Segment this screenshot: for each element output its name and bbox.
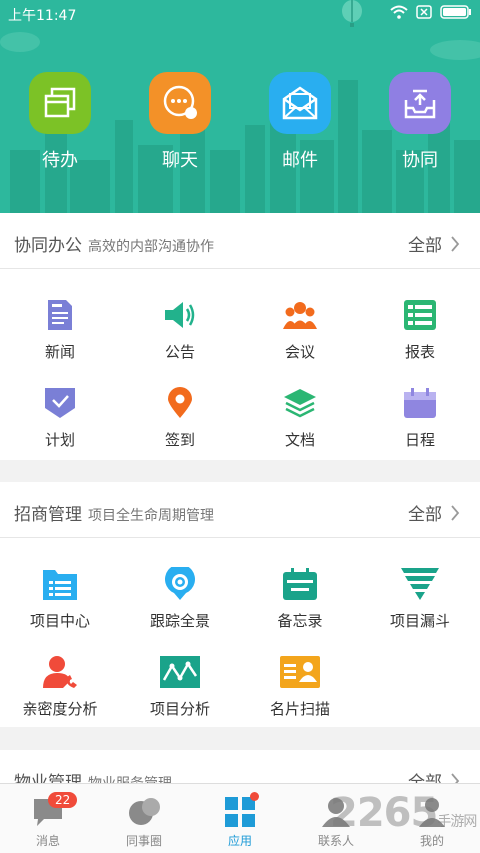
app-project-analysis[interactable]: 项目分析 [120,638,240,726]
folder-list-icon [40,564,80,604]
location-pin-icon [160,383,200,423]
top-action-todo[interactable]: 待办 [0,72,120,172]
app-label: 新闻 [44,343,75,361]
balloon-icon [342,0,362,27]
wifi-icon [390,5,408,19]
layers-icon [280,383,320,423]
app-notice[interactable]: 公告 [120,281,240,369]
status-time: 上午11:47 [8,8,77,24]
top-action-chat[interactable]: 聊天 [120,72,240,172]
bottom-tab-bar: 22 消息 同事圈 应用 联系人 我的 [0,783,480,853]
section-invest: 招商管理 项目全生命周期管理 全部 项目中心 跟踪全景 备忘录 项目漏斗 亲密度分… [0,482,480,727]
see-all-button[interactable]: 全部 [408,500,460,525]
see-all-label: 全部 [408,505,442,525]
app-grid: 项目中心 跟踪全景 备忘录 项目漏斗 亲密度分析 项目分析 名片扫描 [0,538,480,726]
megaphone-icon [160,295,200,335]
status-bar: 上午11:47 [0,0,480,28]
tab-label: 我的 [419,834,444,848]
app-label: 计划 [44,431,75,449]
window-stack-icon [29,72,91,134]
section-title: 招商管理 项目全生命周期管理 [14,500,214,525]
app-label: 亲密度分析 [22,700,98,718]
app-label: 项目漏斗 [389,612,450,630]
app-card-scan[interactable]: 名片扫描 [240,638,360,726]
section-collab: 协同办公 高效的内部沟通协作 全部 新闻 公告 会议 报表 计划 签到 文档 日… [0,213,480,460]
chat-bubble-icon [149,72,211,134]
app-label: 公告 [164,343,195,361]
see-all-label: 全部 [408,236,442,256]
app-plan[interactable]: 计划 [0,369,120,457]
app-label: 名片扫描 [269,700,330,718]
tab-label: 联系人 [317,834,354,848]
section-title-text: 招商管理 [14,505,82,525]
app-label: 备忘录 [277,612,323,630]
battery-icon [440,5,471,19]
user-icon [418,794,446,830]
header-banner: 上午11:47 待办 聊天 邮件 协同 [0,0,480,213]
panorama-pin-icon [160,564,200,604]
top-actions: 待办 聊天 邮件 协同 [0,72,480,172]
section-subtitle: 项目全生命周期管理 [88,508,214,524]
app-funnel[interactable]: 项目漏斗 [360,550,480,638]
tab-apps[interactable]: 应用 [192,784,288,853]
app-label: 会议 [284,343,315,361]
see-all-button[interactable]: 全部 [408,231,460,256]
apps-notice-dot [250,792,259,801]
funnel-icon [400,564,440,604]
section-header: 招商管理 项目全生命周期管理 全部 [0,482,480,538]
section-title: 协同办公 高效的内部沟通协作 [14,231,214,256]
people-icon [280,295,320,335]
app-label: 项目中心 [29,612,90,630]
business-card-icon [280,652,320,692]
app-tracking[interactable]: 跟踪全景 [120,550,240,638]
chevron-right-icon [451,235,460,252]
unread-badge: 22 [48,792,78,808]
top-action-label: 待办 [42,150,78,171]
list-icon [400,295,440,335]
app-docs[interactable]: 文档 [240,369,360,457]
sim-card-icon [416,5,432,19]
app-label: 文档 [284,431,315,449]
user-phone-icon [40,652,80,692]
tab-label: 应用 [227,834,252,848]
tab-messages[interactable]: 22 消息 [0,784,96,853]
top-action-label: 邮件 [282,150,318,171]
memo-calendar-icon [280,564,320,604]
top-action-label: 协同 [402,150,438,171]
section-subtitle: 高效的内部沟通协作 [88,239,214,255]
app-label: 签到 [164,431,195,449]
news-icon [40,295,80,335]
tab-me[interactable]: 我的 [384,784,480,853]
app-report[interactable]: 报表 [360,281,480,369]
section-header: 协同办公 高效的内部沟通协作 全部 [0,213,480,269]
upload-tray-icon [389,72,451,134]
mail-icon [269,72,331,134]
top-action-label: 聊天 [162,150,198,171]
tab-label: 消息 [35,834,60,848]
tab-moments[interactable]: 同事圈 [96,784,192,853]
chevron-right-icon [451,504,460,521]
top-action-mail[interactable]: 邮件 [240,72,360,172]
app-memo[interactable]: 备忘录 [240,550,360,638]
app-grid: 新闻 公告 会议 报表 计划 签到 文档 日程 [0,269,480,457]
line-chart-icon [160,652,200,692]
tab-contacts[interactable]: 联系人 [288,784,384,853]
app-meeting[interactable]: 会议 [240,281,360,369]
app-label: 报表 [404,343,435,361]
app-label: 跟踪全景 [149,612,210,630]
top-action-collab[interactable]: 协同 [360,72,480,172]
moments-icon [127,794,161,830]
tab-label: 同事圈 [125,834,162,848]
check-icon [40,383,80,423]
app-schedule[interactable]: 日程 [360,369,480,457]
app-project-center[interactable]: 项目中心 [0,550,120,638]
contacts-icon [320,794,352,830]
app-label: 日程 [404,431,435,449]
app-checkin[interactable]: 签到 [120,369,240,457]
app-intimacy[interactable]: 亲密度分析 [0,638,120,726]
calendar-icon [400,383,440,423]
app-news[interactable]: 新闻 [0,281,120,369]
section-title-text: 协同办公 [14,236,82,256]
app-label: 项目分析 [149,700,210,718]
